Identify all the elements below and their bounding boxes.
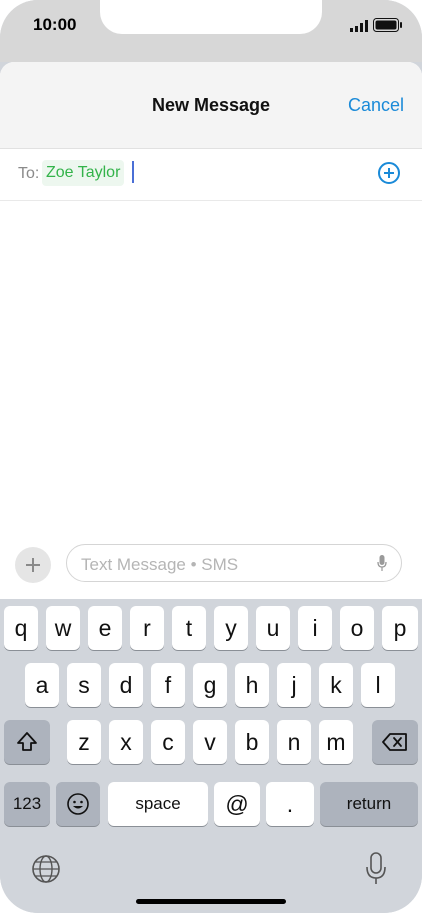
dictation-microphone-icon[interactable]: [364, 852, 388, 886]
to-label: To:: [18, 165, 40, 182]
key-f[interactable]: f: [151, 663, 185, 707]
emoji-icon: [67, 793, 89, 815]
shift-icon: [17, 732, 37, 751]
new-message-sheet: New Message Cancel To: Zoe Taylor: [0, 62, 422, 599]
key-u[interactable]: u: [256, 606, 290, 650]
add-recipient-icon[interactable]: [378, 162, 400, 184]
key-c[interactable]: c: [151, 720, 185, 764]
status-bar: 10:00: [0, 0, 422, 62]
at-key[interactable]: @: [214, 782, 260, 826]
recipient-chip[interactable]: Zoe Taylor: [42, 160, 125, 186]
key-z[interactable]: z: [67, 720, 101, 764]
globe-icon[interactable]: [31, 854, 61, 884]
numbers-key[interactable]: 123: [4, 782, 50, 826]
key-j[interactable]: j: [277, 663, 311, 707]
phone-screen: 10:00 New Message Cancel To: Zoe Taylor …: [0, 0, 422, 913]
key-m[interactable]: m: [319, 720, 353, 764]
key-b[interactable]: b: [235, 720, 269, 764]
key-q[interactable]: q: [4, 606, 38, 650]
key-k[interactable]: k: [319, 663, 353, 707]
key-a[interactable]: a: [25, 663, 59, 707]
key-p[interactable]: p: [382, 606, 418, 650]
space-key[interactable]: space: [108, 782, 208, 826]
key-o[interactable]: o: [340, 606, 374, 650]
key-s[interactable]: s: [67, 663, 101, 707]
recipient-row[interactable]: To: Zoe Taylor: [0, 149, 422, 201]
shift-key[interactable]: [4, 720, 50, 764]
delete-icon: [382, 733, 407, 751]
message-input[interactable]: Text Message • SMS: [66, 544, 402, 582]
key-l[interactable]: l: [361, 663, 395, 707]
key-y[interactable]: y: [214, 606, 248, 650]
key-i[interactable]: i: [298, 606, 332, 650]
key-r[interactable]: r: [130, 606, 164, 650]
key-x[interactable]: x: [109, 720, 143, 764]
key-d[interactable]: d: [109, 663, 143, 707]
compose-bar: Text Message • SMS: [0, 538, 422, 599]
key-w[interactable]: w: [46, 606, 80, 650]
home-indicator[interactable]: [136, 899, 286, 904]
signal-icon: [350, 20, 368, 32]
message-placeholder: Text Message • SMS: [81, 555, 239, 574]
navigation-bar: New Message Cancel: [0, 62, 422, 149]
key-v[interactable]: v: [193, 720, 227, 764]
keyboard: q w e r t y u i o p a s d f g h j k l z …: [0, 599, 422, 913]
key-g[interactable]: g: [193, 663, 227, 707]
key-e[interactable]: e: [88, 606, 122, 650]
emoji-key[interactable]: [56, 782, 100, 826]
delete-key[interactable]: [372, 720, 418, 764]
battery-icon: [373, 18, 402, 32]
cancel-button[interactable]: Cancel: [348, 95, 404, 116]
microphone-icon[interactable]: [377, 555, 387, 571]
period-key[interactable]: .: [266, 782, 314, 826]
text-cursor: [132, 161, 134, 183]
key-t[interactable]: t: [172, 606, 206, 650]
return-key[interactable]: return: [320, 782, 418, 826]
status-time: 10:00: [33, 15, 77, 34]
key-n[interactable]: n: [277, 720, 311, 764]
key-h[interactable]: h: [235, 663, 269, 707]
notch: [100, 0, 322, 34]
plus-icon[interactable]: [15, 547, 51, 583]
